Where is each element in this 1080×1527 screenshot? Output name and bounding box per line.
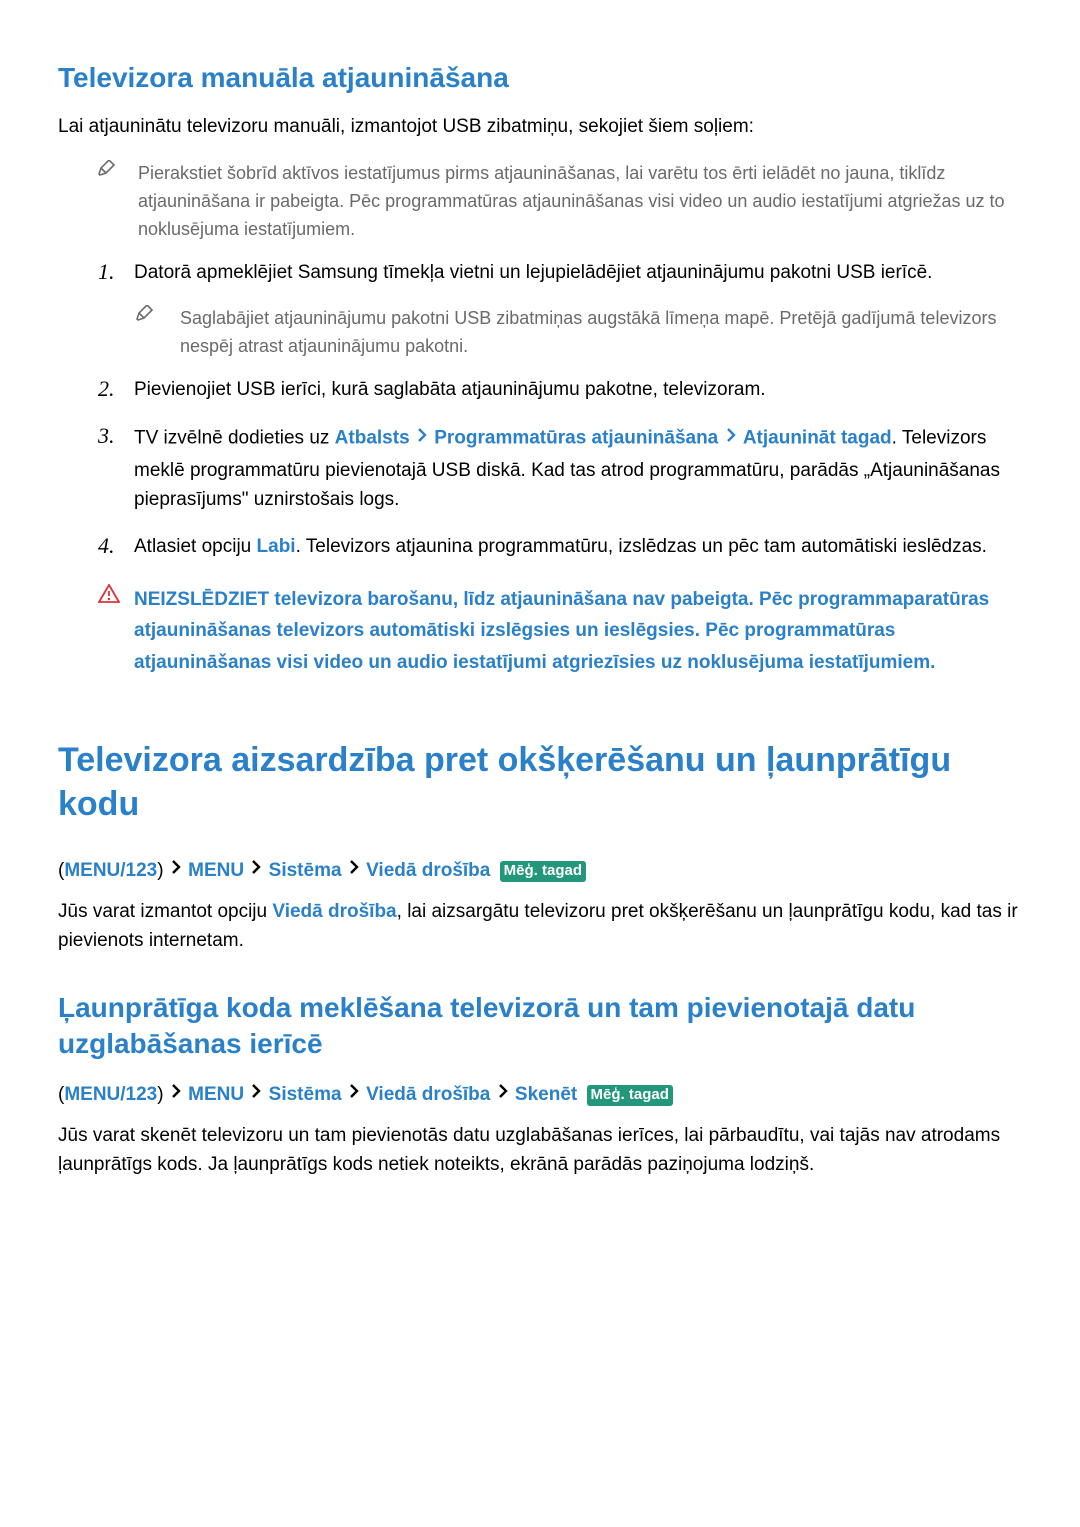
- menu-path-item: Viedā drošība: [366, 1085, 490, 1106]
- txt: Jūs varat izmantot opciju: [58, 901, 272, 922]
- menu-path-item: Skenēt: [515, 1085, 577, 1106]
- chevron-right-icon: [349, 1078, 359, 1108]
- chevron-right-icon: [726, 422, 736, 451]
- try-now-badge[interactable]: Mēģ. tagad: [500, 861, 586, 882]
- section-scan-body: Jūs varat skenēt televizoru un tam pievi…: [58, 1121, 1022, 1180]
- step-2: 2. Pievienojiet USB ierīci, kurā saglabā…: [58, 375, 1022, 404]
- txt: Atlasiet opciju: [134, 536, 257, 557]
- step-1-note: Saglabājiet atjauninājumu pakotni USB zi…: [58, 305, 1022, 361]
- note-before-update: Pierakstiet šobrīd aktīvos iestatījumus …: [58, 160, 1022, 244]
- intro-text: Lai atjauninātu televizoru manuāli, izma…: [58, 112, 1022, 141]
- step-number: 1.: [98, 258, 134, 287]
- warning-icon: [98, 584, 134, 609]
- menu-path-item: MENU: [188, 1085, 244, 1106]
- step-3: 3. TV izvēlnē dodieties uz Atbalsts Prog…: [58, 422, 1022, 514]
- rparen: ): [157, 861, 169, 882]
- chevron-right-icon: [498, 1078, 508, 1108]
- chevron-right-icon: [251, 854, 261, 884]
- section-manual-update-heading: Televizora manuāla atjaunināšana: [58, 60, 1022, 96]
- step-4: 4. Atlasiet opciju Labi. Televizors atja…: [58, 532, 1022, 561]
- chevron-right-icon: [349, 854, 359, 884]
- menu-path-item: Atbalsts: [335, 428, 410, 449]
- menu-path-item: MENU: [188, 861, 244, 882]
- breadcrumb: (MENU/123) MENU Sistēma Viedā drošība Mē…: [58, 854, 1022, 888]
- section-security-heading: Televizora aizsardzība pret okšķerēšanu …: [58, 738, 1022, 826]
- menu-path-item: Sistēma: [269, 1085, 342, 1106]
- txt: . Televizors atjaunina programmatūru, iz…: [296, 536, 987, 557]
- menu-path-item: Atjaunināt tagad: [743, 428, 892, 449]
- warning-text: NEIZSLĒDZIET televizora barošanu, līdz a…: [134, 584, 1022, 678]
- menu-path-item: Labi: [257, 536, 296, 557]
- feature-name: Viedā drošība: [272, 901, 396, 922]
- menu-path-item: MENU/123: [64, 861, 157, 882]
- chevron-right-icon: [171, 854, 181, 884]
- menu-path-item: MENU/123: [64, 1085, 157, 1106]
- pencil-icon: [136, 305, 180, 328]
- step-number: 3.: [98, 422, 134, 451]
- step-number: 4.: [98, 532, 134, 561]
- chevron-right-icon: [171, 1078, 181, 1108]
- section-scan-heading: Ļaunprātīga koda meklēšana televizorā un…: [58, 990, 1022, 1063]
- step-number: 2.: [98, 375, 134, 404]
- pencil-icon: [98, 160, 138, 183]
- chevron-right-icon: [417, 422, 427, 451]
- note-text: Pierakstiet šobrīd aktīvos iestatījumus …: [138, 160, 1022, 244]
- menu-path-item: Sistēma: [269, 861, 342, 882]
- document-page: Televizora manuāla atjaunināšana Lai atj…: [0, 0, 1080, 1527]
- step-text: Pievienojiet USB ierīci, kurā saglabāta …: [134, 375, 1022, 404]
- step-text: TV izvēlnē dodieties uz Atbalsts Program…: [134, 422, 1022, 514]
- rparen: ): [157, 1085, 169, 1106]
- chevron-right-icon: [251, 1078, 261, 1108]
- txt: TV izvēlnē dodieties uz: [134, 428, 335, 449]
- menu-path-item: Viedā drošība: [366, 861, 490, 882]
- warning-note: NEIZSLĒDZIET televizora barošanu, līdz a…: [58, 584, 1022, 678]
- note-text: Saglabājiet atjauninājumu pakotni USB zi…: [180, 305, 1022, 361]
- menu-path-item: Programmatūras atjaunināšana: [434, 428, 718, 449]
- step-1: 1. Datorā apmeklējiet Samsung tīmekļa vi…: [58, 258, 1022, 287]
- try-now-badge[interactable]: Mēģ. tagad: [587, 1085, 673, 1106]
- step-text: Atlasiet opciju Labi. Televizors atjauni…: [134, 532, 1022, 561]
- step-text: Datorā apmeklējiet Samsung tīmekļa vietn…: [134, 258, 1022, 287]
- breadcrumb: (MENU/123) MENU Sistēma Viedā drošība Sk…: [58, 1078, 1022, 1112]
- section-security-body: Jūs varat izmantot opciju Viedā drošība,…: [58, 897, 1022, 956]
